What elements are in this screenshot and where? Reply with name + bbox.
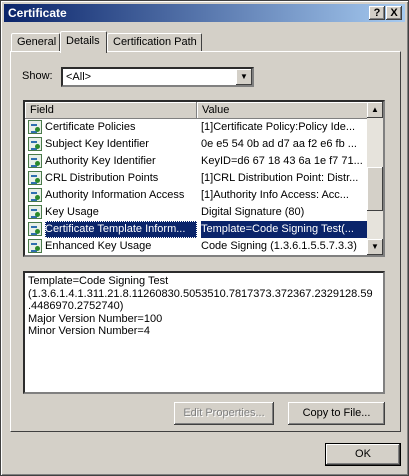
tab-certification-path[interactable]: Certification Path — [107, 33, 202, 51]
column-header-value[interactable]: Value — [197, 102, 368, 119]
list-row[interactable]: Enhanced Key Usage Code Signing (1.3.6.1… — [25, 238, 368, 255]
row-value: Digital Signature (80) — [201, 206, 305, 218]
show-select[interactable]: <All> ▼ — [61, 67, 254, 87]
certificate-field-icon — [28, 222, 42, 236]
row-value: KeyID=d6 67 18 43 6a 1e f7 71... — [201, 155, 363, 167]
copy-to-file-button[interactable]: Copy to File... — [288, 402, 385, 425]
tab-details[interactable]: Details — [60, 31, 107, 53]
row-field: Authority Key Identifier — [45, 155, 156, 167]
certificate-dialog: Certificate ? X General Details Certific… — [0, 0, 409, 476]
list-header: Field Value — [25, 102, 368, 119]
detail-line: Minor Version Number=4 — [28, 325, 150, 338]
row-value: 0e e5 54 0b ad d7 aa f2 e6 fb ... — [201, 138, 357, 150]
row-field: Certificate Template Inform... — [45, 221, 197, 238]
row-field: Subject Key Identifier — [45, 138, 149, 150]
scroll-down-icon[interactable]: ▼ — [367, 239, 383, 255]
certificate-field-icon — [28, 205, 42, 219]
certificate-field-icon — [28, 154, 42, 168]
row-value: Code Signing (1.3.6.1.5.5.7.3.3) — [201, 240, 357, 252]
list-row[interactable]: Authority Information Access [1]Authorit… — [25, 187, 368, 204]
list-row[interactable]: Certificate Policies [1]Certificate Poli… — [25, 119, 368, 136]
scroll-up-icon[interactable]: ▲ — [367, 102, 383, 118]
certificate-field-icon — [28, 188, 42, 202]
chevron-down-icon[interactable]: ▼ — [236, 69, 252, 85]
field-list[interactable]: Field Value Certificate Policies [1]Cert… — [23, 100, 385, 257]
list-row[interactable]: CRL Distribution Points [1]CRL Distribut… — [25, 170, 368, 187]
row-value: [1]Authority Info Access: Acc... — [201, 189, 349, 201]
ok-button[interactable]: OK — [325, 443, 401, 466]
row-field: Certificate Policies — [45, 121, 136, 133]
show-select-value: <All> — [66, 71, 92, 83]
row-field: CRL Distribution Points — [45, 172, 159, 184]
detail-line: Major Version Number=100 — [28, 312, 163, 325]
list-row-selected[interactable]: Certificate Template Inform... Template=… — [25, 221, 368, 238]
detail-line: (1.3.6.1.4.1.311.21.8.11260830.5053510.7… — [28, 287, 373, 313]
row-value: Template=Code Signing Test(... — [201, 221, 368, 238]
window-title: Certificate — [8, 6, 67, 20]
tab-general[interactable]: General — [11, 33, 60, 51]
certificate-field-icon — [28, 120, 42, 134]
certificate-field-icon — [28, 137, 42, 151]
list-scrollbar[interactable]: ▲ ▼ — [367, 102, 383, 255]
help-button[interactable]: ? — [369, 6, 385, 20]
list-row[interactable]: Subject Key Identifier 0e e5 54 0b ad d7… — [25, 136, 368, 153]
row-value: [1]CRL Distribution Point: Distr... — [201, 172, 359, 184]
detail-line: Template=Code Signing Test — [28, 275, 169, 287]
edit-properties-button[interactable]: Edit Properties... — [174, 402, 274, 425]
row-field: Key Usage — [45, 206, 99, 218]
list-row[interactable]: Authority Key Identifier KeyID=d6 67 18 … — [25, 153, 368, 170]
row-value: [1]Certificate Policy:Policy Ide... — [201, 121, 356, 133]
certificate-field-icon — [28, 239, 42, 253]
scroll-thumb[interactable] — [367, 167, 383, 211]
certificate-field-icon — [28, 171, 42, 185]
row-field: Authority Information Access — [45, 189, 185, 201]
row-field: Enhanced Key Usage — [45, 240, 152, 252]
close-button[interactable]: X — [386, 6, 402, 20]
column-header-field[interactable]: Field — [25, 102, 197, 119]
list-row[interactable]: Key Usage Digital Signature (80) — [25, 204, 368, 221]
show-label: Show: — [22, 70, 53, 82]
title-bar[interactable]: Certificate ? X — [4, 4, 405, 22]
field-detail-box[interactable]: Template=Code Signing Test (1.3.6.1.4.1.… — [23, 271, 385, 394]
